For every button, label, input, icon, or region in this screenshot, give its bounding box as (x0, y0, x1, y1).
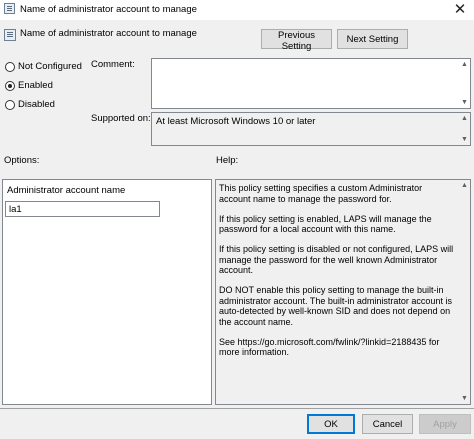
supported-on-value: At least Microsoft Windows 10 or later (156, 116, 316, 127)
supported-scroll-down-icon[interactable]: ▼ (460, 135, 469, 144)
radio-enabled[interactable] (5, 81, 15, 91)
radio-not-configured-label[interactable]: Not Configured (18, 61, 82, 72)
window-title: Name of administrator account to manage (20, 4, 197, 15)
cancel-button[interactable]: Cancel (362, 414, 413, 434)
help-heading: Help: (216, 155, 239, 166)
supported-on-box: At least Microsoft Windows 10 or later ▲… (151, 112, 471, 146)
supported-scroll-up-icon[interactable]: ▲ (460, 114, 469, 123)
ok-button[interactable]: OK (307, 414, 355, 434)
policy-setting-icon (4, 3, 15, 14)
comment-textarea[interactable]: ▲ ▼ (151, 58, 471, 109)
help-paragraph: This policy setting specifies a custom A… (219, 183, 423, 204)
footer-divider (0, 408, 474, 409)
options-heading: Options: (4, 155, 40, 166)
comment-label: Comment: (91, 59, 135, 70)
radio-disabled[interactable] (5, 100, 15, 110)
options-panel: Administrator account name la1 (2, 179, 212, 405)
help-scroll-up-icon[interactable]: ▲ (460, 181, 469, 190)
comment-scroll-down-icon[interactable]: ▼ (460, 98, 469, 107)
setting-name: Name of administrator account to manage (20, 28, 197, 39)
help-paragraph: If this policy setting is disabled or no… (219, 244, 454, 275)
help-paragraph: DO NOT enable this policy setting to man… (219, 285, 452, 327)
help-panel: This policy setting specifies a custom A… (215, 179, 471, 405)
account-name-value: la1 (9, 204, 22, 215)
radio-disabled-label[interactable]: Disabled (18, 99, 55, 110)
supported-on-label: Supported on: (91, 113, 151, 124)
account-name-label: Administrator account name (7, 185, 126, 196)
next-setting-button[interactable]: Next Setting (337, 29, 408, 49)
comment-scroll-up-icon[interactable]: ▲ (460, 60, 469, 69)
radio-enabled-label[interactable]: Enabled (18, 80, 53, 91)
account-name-input[interactable]: la1 (5, 201, 160, 217)
help-paragraph: If this policy setting is enabled, LAPS … (219, 213, 432, 235)
apply-button[interactable]: Apply (419, 414, 471, 434)
radio-not-configured[interactable] (5, 62, 15, 72)
help-text: This policy setting specifies a custom A… (219, 183, 455, 367)
setting-icon (4, 29, 16, 41)
close-icon[interactable]: ✕ (450, 1, 470, 18)
previous-setting-button[interactable]: Previous Setting (261, 29, 332, 52)
help-paragraph: See https://go.microsoft.com/fwlink/?lin… (219, 336, 440, 358)
help-scroll-down-icon[interactable]: ▼ (460, 394, 469, 403)
